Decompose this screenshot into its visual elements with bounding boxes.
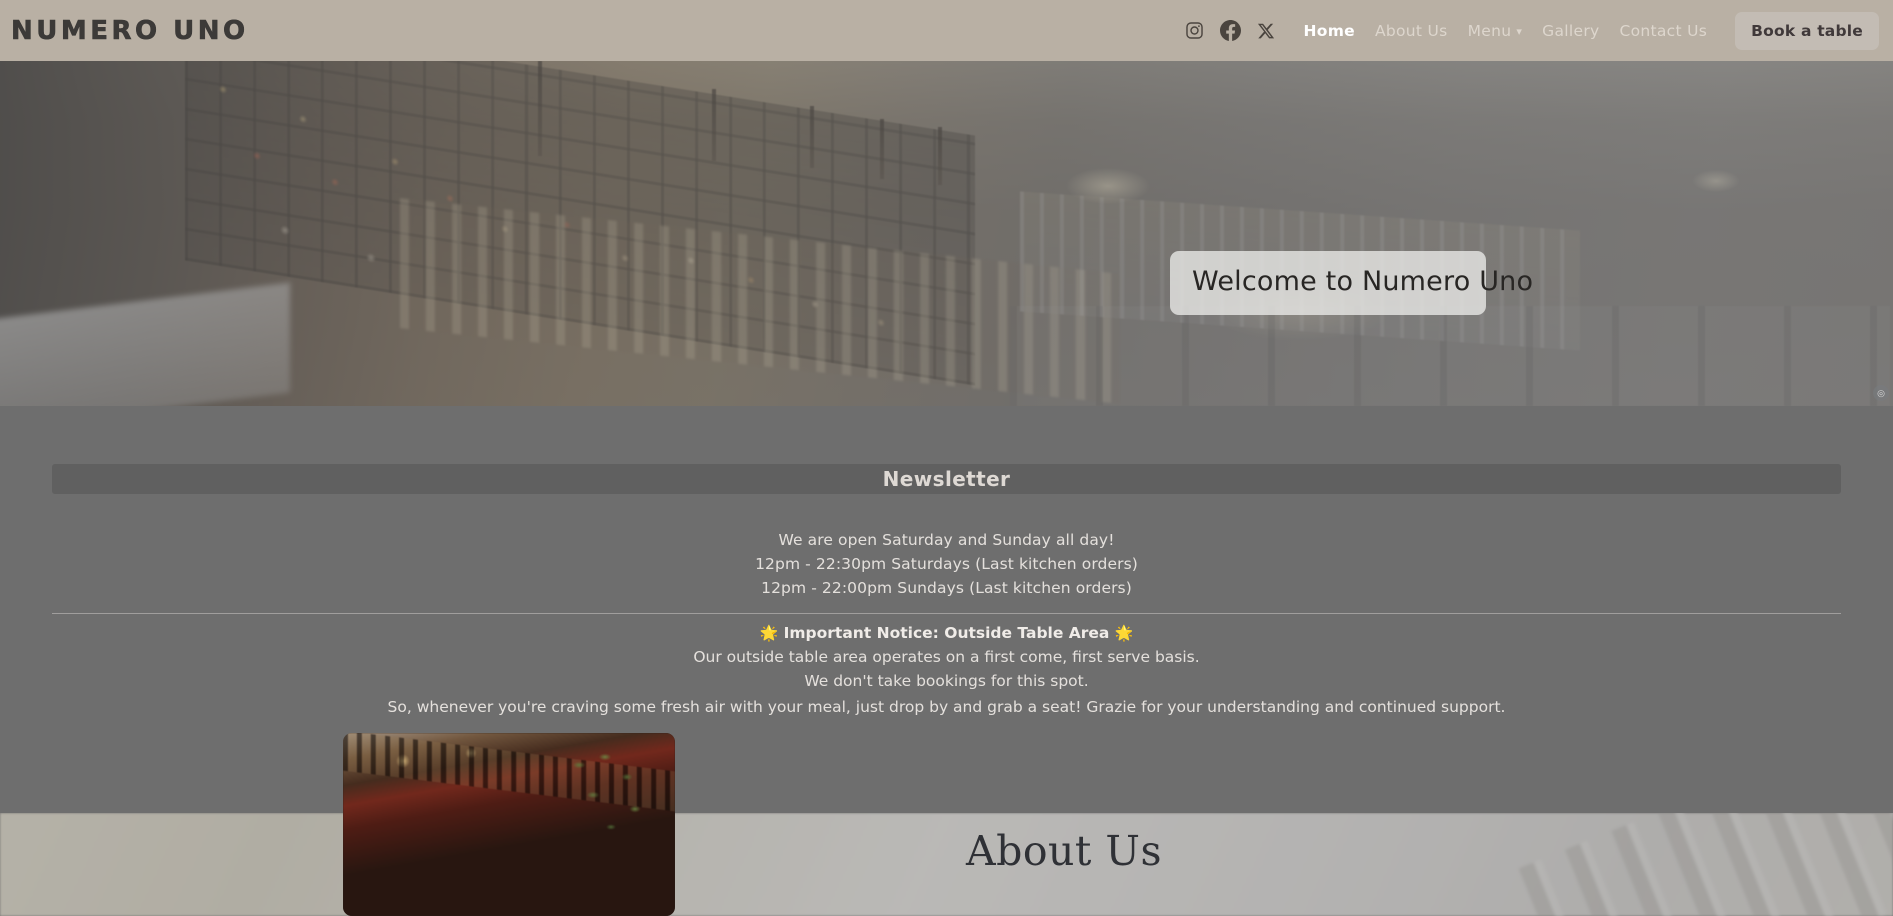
about-heading: About Us <box>965 827 1163 875</box>
notice-line: Our outside table area operates on a fir… <box>693 648 1200 666</box>
hero-welcome-card: Welcome to Numero Uno <box>1170 251 1534 315</box>
social-links <box>1184 20 1277 41</box>
hero-corner-badge-icon[interactable]: ◎ <box>1873 385 1889 401</box>
main-navigation: Home About Us Menu ▾ Gallery Contact Us <box>1294 22 1718 40</box>
newsletter-hours-block: We are open Saturday and Sunday all day!… <box>0 528 1893 600</box>
notice-heading-text: Important Notice: Outside Table Area <box>783 624 1110 642</box>
newsletter-notice-block: 🌟 Important Notice: Outside Table Area 🌟… <box>0 621 1893 719</box>
newsletter-hours-line: We are open Saturday and Sunday all day! <box>778 531 1115 549</box>
site-logo[interactable]: NUMERO UNO <box>11 17 249 44</box>
notice-line: So, whenever you're craving some fresh a… <box>387 698 1506 716</box>
nav-link-gallery[interactable]: Gallery <box>1532 22 1609 40</box>
nav-link-home[interactable]: Home <box>1294 22 1365 40</box>
newsletter-hours-line: 12pm - 22:00pm Sundays (Last kitchen ord… <box>761 579 1132 597</box>
about-section: About Us <box>0 813 1893 916</box>
newsletter-section: Newsletter We are open Saturday and Sund… <box>0 406 1893 813</box>
newsletter-heading: Newsletter <box>882 467 1011 491</box>
header-right-group: Home About Us Menu ▾ Gallery Contact Us B… <box>1184 0 1893 61</box>
hero-tint-overlay <box>0 61 1893 406</box>
newsletter-hours-line: 12pm - 22:30pm Saturdays (Last kitchen o… <box>755 555 1138 573</box>
chevron-down-icon: ▾ <box>1516 24 1523 38</box>
about-card-plant-decor <box>557 743 667 863</box>
nav-link-contact-us[interactable]: Contact Us <box>1609 22 1717 40</box>
about-image-card <box>343 733 675 916</box>
nav-link-menu-label: Menu <box>1467 21 1512 40</box>
notice-line: We don't take bookings for this spot. <box>804 672 1089 690</box>
newsletter-title-bar: Newsletter <box>52 464 1841 494</box>
glowing-star-icon: 🌟 <box>1114 624 1134 642</box>
newsletter-divider <box>52 613 1841 614</box>
nav-link-menu[interactable]: Menu ▾ <box>1458 22 1533 40</box>
site-header: NUMERO UNO Home About Us Menu ▾ Gallery … <box>0 0 1893 61</box>
book-a-table-button[interactable]: Book a table <box>1735 11 1879 50</box>
facebook-icon[interactable] <box>1219 20 1241 41</box>
hero-welcome-text: Welcome to Numero Uno <box>1192 266 1534 297</box>
instagram-icon[interactable] <box>1184 20 1205 41</box>
notice-heading-row: 🌟 Important Notice: Outside Table Area 🌟 <box>0 621 1893 645</box>
x-twitter-icon[interactable] <box>1256 20 1277 41</box>
hero-section: Welcome to Numero Uno ◎ <box>0 61 1893 406</box>
glowing-star-icon: 🌟 <box>759 624 779 642</box>
nav-link-about-us[interactable]: About Us <box>1365 22 1458 40</box>
